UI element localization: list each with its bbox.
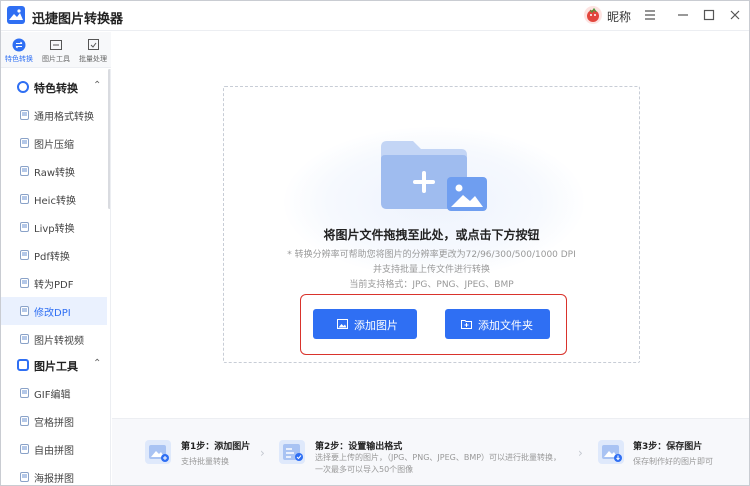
image-file-icon — [20, 138, 29, 148]
add-image-button[interactable]: 添加图片 — [313, 309, 417, 339]
sidebar-item-label: 通用格式转换 — [34, 112, 94, 123]
folder-add-image-icon — [379, 137, 489, 217]
sidebar-section-image-tools[interactable]: 图片工具 ⌃ — [1, 351, 107, 379]
step-desc: 支持批量转换 — [181, 457, 229, 466]
convert-icon — [12, 37, 26, 52]
tab-label: 图片工具 — [42, 55, 70, 63]
sidebar-item-heic[interactable]: Heic转换 — [1, 185, 107, 213]
folder-plus-icon — [461, 319, 472, 329]
step-title: 第1步：添加图片 — [181, 442, 251, 452]
batch-icon — [86, 37, 100, 51]
step-desc: 一次最多可以导入50个图像 — [315, 465, 414, 474]
image-file-icon — [20, 334, 29, 344]
image-file-icon — [20, 278, 29, 288]
sidebar-scrollbar[interactable] — [108, 69, 110, 209]
sidebar-item-label: Heic转换 — [34, 196, 76, 207]
tab-batch[interactable]: 批量处理 — [75, 32, 111, 68]
sidebar-item-label: GIF编辑 — [34, 390, 71, 401]
sidebar-item-raw[interactable]: Raw转换 — [1, 157, 107, 185]
sidebar-item-label: 自由拼图 — [34, 446, 74, 457]
image-file-icon — [20, 444, 29, 454]
sidebar-item-modify-dpi[interactable]: 修改DPI — [1, 297, 107, 325]
section-title: 图片工具 — [34, 360, 78, 373]
sidebar-item-label: 宫格拼图 — [34, 418, 74, 429]
sidebar-item-general-convert[interactable]: 通用格式转换 — [1, 101, 107, 129]
sidebar-section-feature-convert[interactable]: 特色转换 ⌃ — [1, 73, 107, 101]
image-icon — [337, 319, 348, 329]
title-bar: 迅捷图片转换器 昵称 — [1, 1, 749, 31]
image-file-icon — [20, 110, 29, 120]
user-avatar-icon[interactable] — [584, 6, 602, 24]
tab-label: 批量处理 — [79, 55, 107, 63]
button-label: 添加图片 — [354, 319, 398, 332]
sidebar-item-free-collage[interactable]: 自由拼图 — [1, 435, 107, 463]
tab-label: 特色转换 — [5, 55, 33, 63]
sidebar-item-label: Livp转换 — [34, 224, 75, 235]
sidebar-item-compress[interactable]: 图片压缩 — [1, 129, 107, 157]
add-image-step-icon — [145, 440, 171, 464]
convert-circle-icon — [17, 81, 29, 93]
drop-zone-hint: 并支持批量上传文件进行转换 — [372, 265, 490, 275]
image-tools-icon — [49, 37, 63, 51]
close-icon[interactable] — [727, 7, 743, 23]
user-nickname[interactable]: 昵称 — [607, 8, 631, 25]
app-logo-icon — [7, 6, 25, 24]
sidebar-item-image-to-video[interactable]: 图片转视频 — [1, 325, 107, 353]
sidebar-item-livp[interactable]: Livp转换 — [1, 213, 107, 241]
file-drop-zone[interactable]: 将图片文件拖拽至此处，或点击下方按钮 * 转换分辨率可帮助您将图片的分辨率更改为… — [223, 86, 640, 363]
category-rail: 特色转换 图片工具 批量处理 — [1, 32, 111, 68]
steps-bar: 第1步：添加图片 支持批量转换 › 第2步：设置输出格式 选择要上传的图片，（J… — [112, 418, 749, 485]
chevron-right-icon: › — [260, 446, 265, 460]
chevron-up-icon: ⌃ — [93, 358, 102, 369]
sidebar-item-gif-edit[interactable]: GIF编辑 — [1, 379, 107, 407]
step-desc: 选择要上传的图片，（JPG、PNG、JPEG、BMP）可以进行批量转换， — [315, 453, 562, 462]
add-folder-button[interactable]: 添加文件夹 — [445, 309, 550, 339]
drop-zone-title: 将图片文件拖拽至此处，或点击下方按钮 — [323, 228, 540, 242]
image-file-icon — [20, 222, 29, 232]
step-title: 第3步：保存图片 — [633, 442, 703, 452]
image-file-icon — [20, 166, 29, 176]
tab-feature-convert[interactable]: 特色转换 — [1, 32, 37, 68]
settings-step-icon — [279, 440, 305, 464]
sidebar: 特色转换 ⌃ 通用格式转换 图片压缩 Raw转换 Heic转换 Livp转换 P… — [1, 69, 111, 485]
button-label: 添加文件夹 — [478, 319, 533, 332]
image-tools-icon — [17, 359, 29, 371]
drop-zone-formats: 当前支持格式：JPG、PNG、JPEG、BMP — [349, 280, 514, 290]
sidebar-item-label: Raw转换 — [34, 168, 76, 179]
minimize-icon[interactable] — [675, 7, 691, 23]
sidebar-item-grid-collage[interactable]: 宫格拼图 — [1, 407, 107, 435]
menu-icon[interactable] — [642, 7, 658, 23]
image-file-icon — [20, 194, 29, 204]
main-panel: 将图片文件拖拽至此处，或点击下方按钮 * 转换分辨率可帮助您将图片的分辨率更改为… — [112, 32, 749, 417]
sidebar-item-label: 图片压缩 — [34, 140, 74, 151]
step-title: 第2步：设置输出格式 — [315, 442, 403, 452]
sidebar-item-poster-collage[interactable]: 海报拼图 — [1, 463, 107, 485]
maximize-icon[interactable] — [701, 7, 717, 23]
image-file-icon — [20, 388, 29, 398]
sidebar-item-label: 海报拼图 — [34, 474, 74, 485]
sidebar-item-label: 转为PDF — [34, 280, 74, 291]
chevron-up-icon: ⌃ — [93, 80, 102, 91]
image-file-icon — [20, 416, 29, 426]
save-image-step-icon — [598, 440, 624, 464]
image-file-icon — [20, 472, 29, 482]
tab-image-tools[interactable]: 图片工具 — [38, 32, 74, 68]
chevron-right-icon: › — [578, 446, 583, 460]
app-title: 迅捷图片转换器 — [32, 12, 124, 27]
sidebar-item-pdf[interactable]: Pdf转换 — [1, 241, 107, 269]
image-file-icon — [20, 250, 29, 260]
sidebar-item-label: 图片转视频 — [34, 336, 84, 347]
sidebar-item-label: 修改DPI — [34, 308, 71, 319]
app-window: 迅捷图片转换器 昵称 特色转换 图片工具 批量处理 特色转换 ⌃ 通用格式转换 … — [0, 0, 750, 486]
sidebar-item-label: Pdf转换 — [34, 252, 70, 263]
image-file-icon — [20, 306, 29, 316]
sidebar-item-to-pdf[interactable]: 转为PDF — [1, 269, 107, 297]
drop-zone-hint: * 转换分辨率可帮助您将图片的分辨率更改为72/96/300/500/1000 … — [287, 250, 576, 260]
step-desc: 保存制作好的图片即可 — [633, 457, 713, 466]
section-title: 特色转换 — [34, 82, 78, 95]
